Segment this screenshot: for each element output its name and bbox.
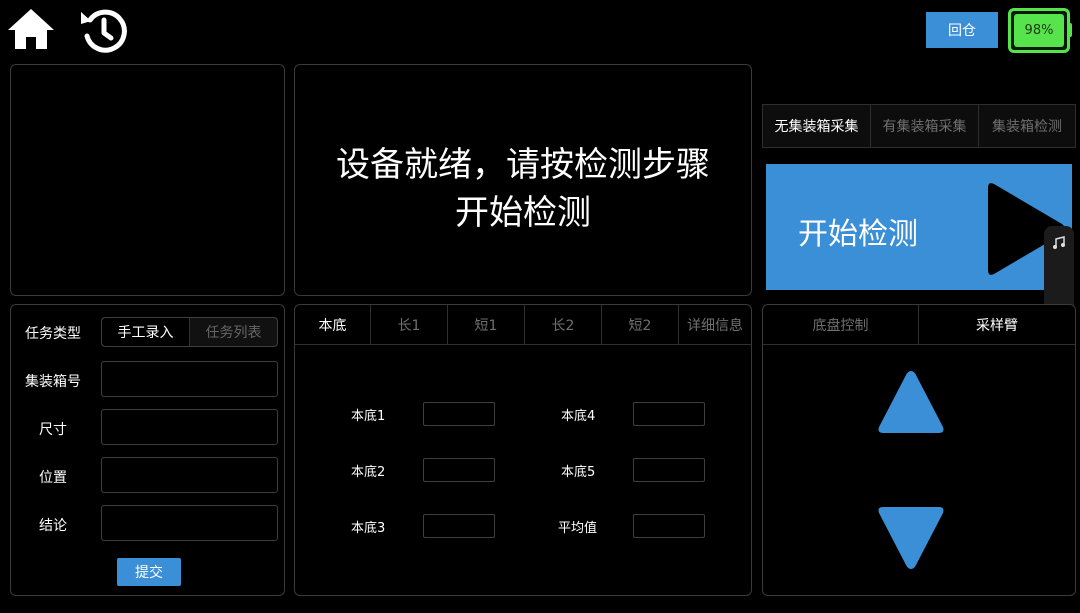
baseline-4-value bbox=[633, 402, 705, 426]
conclusion-input[interactable] bbox=[101, 505, 278, 541]
tab-with-container-collect[interactable]: 有集装箱采集 bbox=[871, 105, 979, 147]
measurement-tab-bar: 本底 长1 短1 长2 短2 详细信息 bbox=[295, 305, 751, 345]
task-type-label: 任务类型 bbox=[25, 326, 81, 342]
baseline-5-label: 本底5 bbox=[561, 465, 596, 480]
baseline-4-label: 本底4 bbox=[561, 409, 596, 424]
battery-tip bbox=[1068, 23, 1072, 37]
baseline-2-value bbox=[423, 458, 495, 482]
baseline-5-value bbox=[633, 458, 705, 482]
task-type-tabs: 手工录入 任务列表 bbox=[101, 317, 278, 347]
baseline-1-label: 本底1 bbox=[351, 409, 386, 424]
tab-sampling-arm[interactable]: 采样臂 bbox=[919, 305, 1075, 345]
tab-manual-entry[interactable]: 手工录入 bbox=[102, 318, 190, 346]
camera-view-panel bbox=[10, 64, 285, 296]
arrow-up-icon[interactable] bbox=[875, 365, 947, 437]
baseline-1-value bbox=[423, 402, 495, 426]
tab-baseline[interactable]: 本底 bbox=[295, 305, 371, 345]
control-tab-bar: 底盘控制 采样臂 bbox=[763, 305, 1075, 345]
start-detection-button[interactable]: 开始检测 bbox=[766, 164, 1072, 290]
position-input[interactable] bbox=[101, 457, 278, 493]
tab-long-2[interactable]: 长2 bbox=[525, 305, 602, 345]
battery-level: 98% bbox=[1014, 14, 1064, 47]
status-line-2: 开始检测 bbox=[455, 193, 591, 233]
size-label: 尺寸 bbox=[39, 422, 67, 438]
baseline-3-label: 本底3 bbox=[351, 521, 386, 536]
task-form-panel: 任务类型 手工录入 任务列表 集装箱号 尺寸 位置 结论 提交 bbox=[10, 304, 285, 596]
baseline-2-label: 本底2 bbox=[351, 465, 386, 480]
arrow-down-icon[interactable] bbox=[875, 503, 947, 575]
tab-short-2[interactable]: 短2 bbox=[602, 305, 679, 345]
mode-tab-bar: 无集装箱采集 有集装箱采集 集装箱检测 bbox=[762, 104, 1076, 148]
tab-no-container-collect[interactable]: 无集装箱采集 bbox=[763, 105, 871, 147]
battery-indicator: 98% bbox=[1008, 8, 1070, 53]
average-label: 平均值 bbox=[558, 521, 598, 536]
status-line-1: 设备就绪，请按检测步骤 bbox=[336, 145, 710, 185]
control-panel: 底盘控制 采样臂 bbox=[762, 304, 1076, 596]
home-button[interactable] bbox=[6, 6, 56, 52]
average-value bbox=[633, 514, 705, 538]
tab-details[interactable]: 详细信息 bbox=[679, 305, 751, 345]
history-clock-icon bbox=[81, 9, 127, 53]
tab-container-detect[interactable]: 集装箱检测 bbox=[979, 105, 1075, 147]
status-panel: 设备就绪，请按检测步骤 开始检测 bbox=[294, 64, 752, 296]
position-label: 位置 bbox=[39, 470, 67, 486]
tab-chassis-control[interactable]: 底盘控制 bbox=[763, 305, 919, 345]
size-input[interactable] bbox=[101, 409, 278, 445]
measurement-panel: 本底 长1 短1 长2 短2 详细信息 本底1 本底4 本底2 本底5 本底3 … bbox=[294, 304, 752, 596]
container-number-input[interactable] bbox=[101, 361, 278, 397]
return-to-warehouse-button[interactable]: 回仓 bbox=[926, 12, 998, 48]
tab-long-1[interactable]: 长1 bbox=[371, 305, 448, 345]
submit-button[interactable]: 提交 bbox=[117, 558, 181, 586]
conclusion-label: 结论 bbox=[39, 518, 67, 534]
home-icon bbox=[8, 9, 54, 49]
baseline-3-value bbox=[423, 514, 495, 538]
start-detection-label: 开始检测 bbox=[798, 217, 918, 252]
tab-task-list[interactable]: 任务列表 bbox=[190, 318, 277, 346]
history-button[interactable] bbox=[78, 6, 128, 54]
tab-short-1[interactable]: 短1 bbox=[448, 305, 525, 345]
music-note-icon bbox=[1053, 236, 1065, 249]
container-number-label: 集装箱号 bbox=[25, 374, 81, 390]
